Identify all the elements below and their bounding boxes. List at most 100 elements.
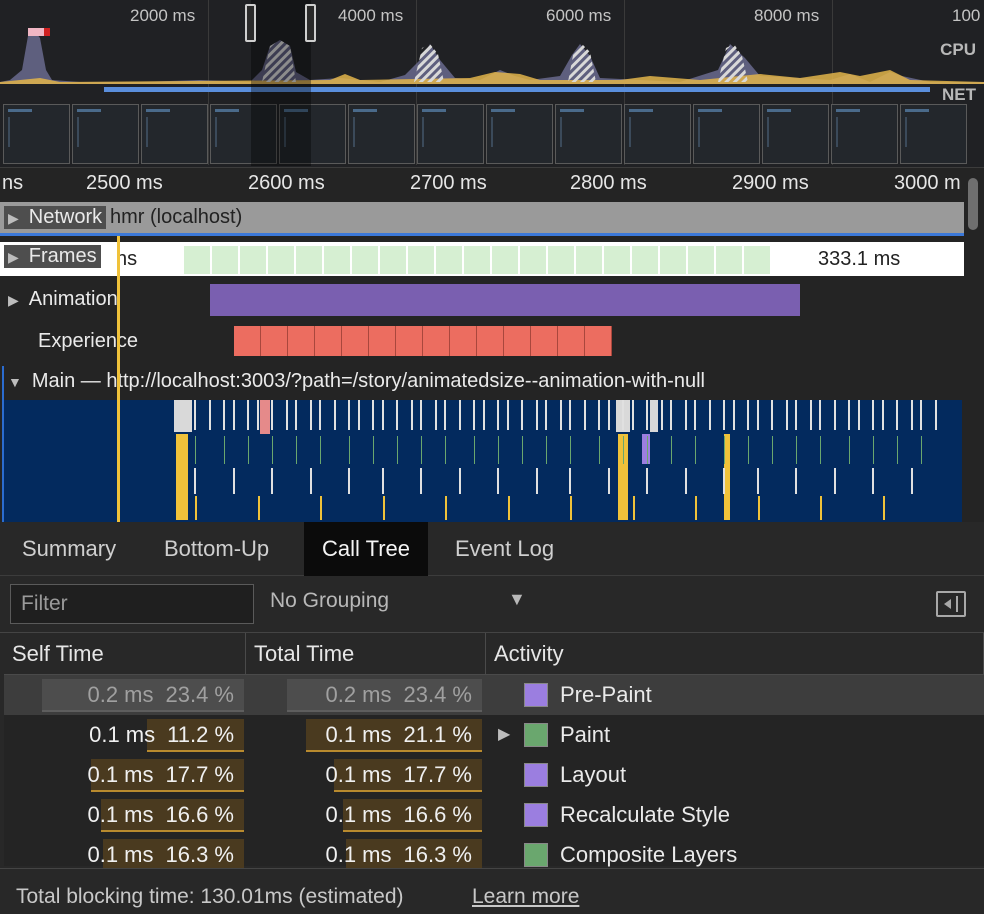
main-task-tick (819, 400, 821, 430)
layout-block (642, 434, 650, 464)
paint-tick (748, 436, 749, 464)
grouping-select[interactable]: No Grouping (270, 589, 389, 613)
main-task-tick (420, 400, 422, 430)
filter-input[interactable] (10, 584, 254, 624)
main-task-tick (507, 400, 509, 430)
timeline-overview[interactable]: 2000 ms 4000 ms 6000 ms 8000 ms 100 CPU … (0, 0, 984, 168)
main-task-tick (560, 400, 562, 430)
main-task-tick (536, 400, 538, 430)
tab-event-log[interactable]: Event Log (437, 522, 572, 576)
dropdown-caret-icon[interactable]: ▼ (508, 589, 526, 610)
main-task-tick (795, 400, 797, 430)
call-tree-row[interactable]: 0.1 ms 11.2 % 0.1 ms 21.1 % ▶ Paint (4, 715, 984, 755)
cpu-idle-hatch (414, 44, 444, 82)
ruler-tick: 2600 ms (248, 172, 325, 194)
self-time-cell-percent: 17.7 % (165, 762, 235, 787)
main-task-tick (435, 400, 437, 430)
animation-track[interactable]: ▶ Animation (0, 282, 964, 320)
paint-tick (195, 436, 196, 464)
paint-tick (320, 436, 321, 464)
main-task-tick (444, 400, 446, 430)
paint-tick (724, 436, 725, 464)
subtask-tick (348, 468, 350, 494)
scripting-tick (633, 496, 635, 520)
call-tree-row[interactable]: 0.1 ms 16.6 % 0.1 ms 16.6 % Recalculate Styl… (4, 795, 984, 835)
main-task-tick (271, 400, 273, 430)
total-time-cell-time: 0.1 ms (325, 842, 392, 867)
paint-tick (897, 436, 898, 464)
main-task-tick (646, 400, 648, 430)
ruler-tick: 2700 ms (410, 172, 487, 194)
cpu-label: CPU (940, 40, 976, 59)
main-track-title[interactable]: ▼ Main — http://localhost:3003/?path=/sto… (8, 370, 705, 393)
main-task-tick (622, 400, 624, 430)
subtask-tick (194, 468, 196, 494)
total-time-cell-percent: 23.4 % (403, 682, 473, 707)
subtask-tick (569, 468, 571, 494)
main-task-tick (257, 400, 259, 430)
flame-scrollbar[interactable] (968, 178, 978, 230)
tab-summary[interactable]: Summary (4, 522, 134, 576)
selection-right-handle[interactable] (305, 4, 316, 42)
expand-triangle-icon[interactable]: ▶ (498, 724, 510, 744)
main-task-tick (382, 400, 384, 430)
animation-track-header[interactable]: ▶ Animation (8, 288, 118, 311)
category-swatch-icon (524, 763, 548, 787)
tab-bottom-up[interactable]: Bottom-Up (146, 522, 287, 576)
self-time-cell-percent: 16.3 % (165, 842, 235, 867)
total-time-cell: 0.1 ms 16.6 % (250, 795, 482, 835)
paint-tick (296, 436, 297, 464)
paint-tick (921, 436, 922, 464)
total-time-header[interactable]: Total Time (246, 633, 486, 675)
main-task-tick (247, 400, 249, 430)
paint-tick (772, 436, 773, 464)
overview-selection-window[interactable] (251, 0, 311, 166)
ruler-tick: 2500 ms (86, 172, 163, 194)
main-task-tick (786, 400, 788, 430)
self-time-header[interactable]: Self Time (4, 633, 246, 675)
total-time-cell-value: 0.1 ms 16.3 % (325, 842, 472, 868)
collapse-triangle-icon: ▼ (8, 374, 22, 390)
activity-header[interactable]: Activity (486, 633, 984, 675)
activity-name: Recalculate Style (560, 802, 730, 827)
subtask-tick (911, 468, 913, 494)
main-thread-events[interactable] (4, 400, 962, 522)
tab-call-tree[interactable]: Call Tree (304, 522, 429, 576)
scripting-tick (758, 496, 760, 520)
main-track-header[interactable]: ▼ Main — http://localhost:3003/?path=/sto… (0, 366, 964, 526)
paint-tick (445, 436, 446, 464)
call-tree-row[interactable]: 0.1 ms 17.7 % 0.1 ms 17.7 % Layout (4, 755, 984, 795)
learn-more-link[interactable]: Learn more (472, 885, 579, 909)
main-task-tick (632, 400, 634, 430)
frames-track-header[interactable]: ▶ Frames (4, 245, 101, 268)
main-thread-flame[interactable] (4, 400, 962, 522)
selection-left-handle[interactable] (245, 4, 256, 42)
details-tabs: Summary Bottom-Up Call Tree Event Log (0, 522, 984, 576)
paint-tick (272, 436, 273, 464)
total-time-cell: 0.1 ms 17.7 % (250, 755, 482, 795)
subtask-tick (310, 468, 312, 494)
call-tree-row[interactable]: 0.2 ms 23.4 % 0.2 ms 23.4 % Pre-Paint (4, 675, 984, 715)
long-task-marker (28, 28, 46, 36)
paint-tick (498, 436, 499, 464)
network-track-header[interactable]: ▶ Network (4, 206, 107, 229)
toggle-sidebar-icon[interactable] (936, 591, 966, 617)
paint-tick (397, 436, 398, 464)
network-track[interactable]: hmr (localhost) ▶ Network (0, 202, 964, 236)
main-task-tick (694, 400, 696, 430)
frames-track[interactable]: ns 333.1 ms ▶ Frames (0, 242, 964, 276)
main-task-tick (858, 400, 860, 430)
activity-name: Composite Layers (560, 842, 738, 867)
main-task-tick (685, 400, 687, 430)
total-time-cell-time: 0.1 ms (325, 722, 392, 747)
animation-bar[interactable] (210, 284, 800, 316)
layout-shift-bars[interactable] (234, 326, 612, 356)
paint-tick (796, 436, 797, 464)
subtask-tick (233, 468, 235, 494)
frames-bars (184, 246, 772, 274)
self-time-cell-percent: 11.2 % (167, 722, 234, 747)
total-time-cell-time: 0.1 ms (325, 762, 392, 787)
screenshot-thumbnail (831, 104, 898, 164)
main-task-tick (709, 400, 711, 430)
experience-track[interactable]: Experience (0, 324, 964, 362)
